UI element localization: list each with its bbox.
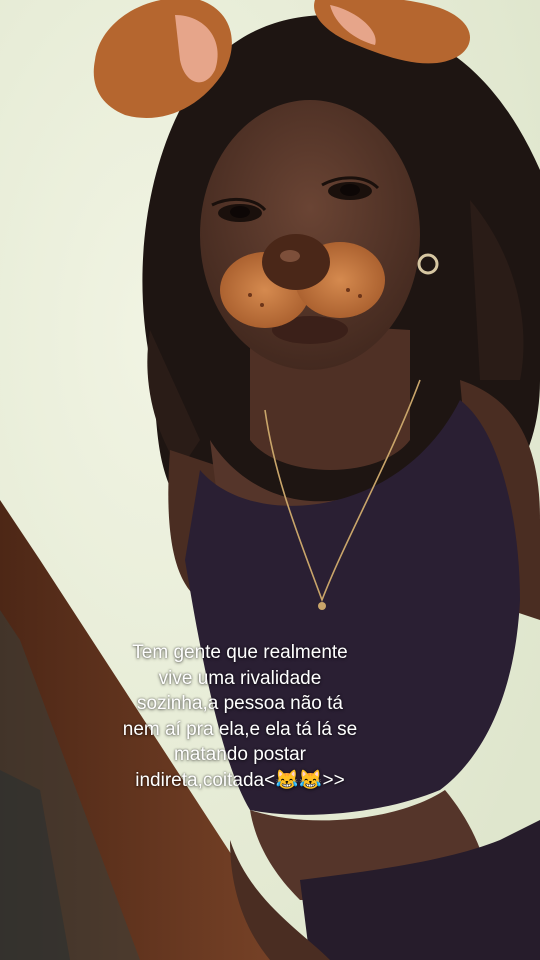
story-caption: Tem gente que realmente vive uma rivalid… xyxy=(40,640,440,794)
dog-nose xyxy=(262,234,330,290)
caption-line: Tem gente que realmente xyxy=(132,642,348,663)
story-scene: Tem gente que realmente vive uma rivalid… xyxy=(0,0,540,960)
caption-line: vive uma rivalidade xyxy=(158,667,322,689)
caption-line: nem aí pra ela,e ela tá lá se xyxy=(122,718,358,740)
caption-line: matando postar xyxy=(173,744,307,766)
caption-line: sozinha,a pessoa não tá xyxy=(137,693,343,715)
caption-line: indireta,coitada<😹😹>> xyxy=(135,769,345,791)
selfie-photo xyxy=(0,0,540,960)
